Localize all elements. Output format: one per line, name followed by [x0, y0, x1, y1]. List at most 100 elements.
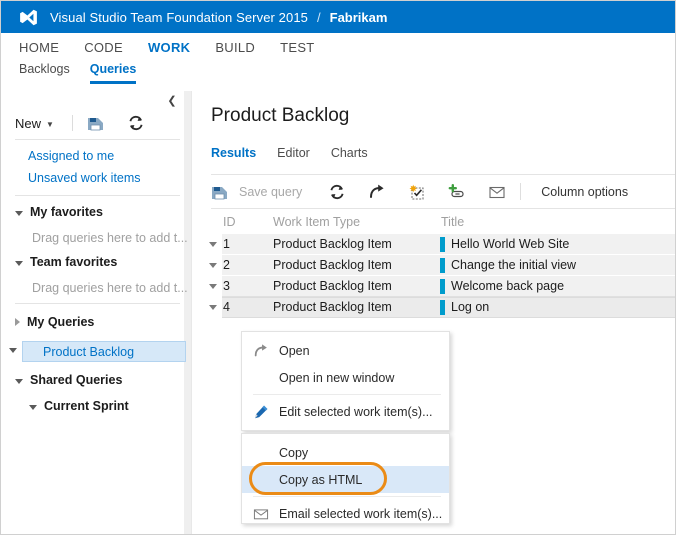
- refresh-icon[interactable]: [127, 114, 145, 132]
- sidebar-group-my-favorites[interactable]: My favorites: [15, 205, 103, 219]
- refresh-icon[interactable]: [328, 183, 346, 201]
- work-item-type-color-bar: [440, 258, 445, 273]
- top-header-bar: Visual Studio Team Foundation Server 201…: [1, 1, 676, 33]
- envelope-icon: [253, 506, 269, 522]
- tab-editor[interactable]: Editor: [277, 146, 310, 167]
- caret-down-icon[interactable]: [209, 242, 217, 247]
- nav-item-home[interactable]: HOME: [19, 40, 59, 55]
- sidebar-group-my-queries[interactable]: My Queries: [15, 315, 94, 329]
- cell-title[interactable]: Change the initial view: [451, 258, 576, 272]
- primary-nav: HOME CODE WORK BUILD TEST: [1, 33, 676, 62]
- work-item-type-color-bar: [440, 300, 445, 315]
- menu-item-edit-selected-work-items[interactable]: Edit selected work item(s)...: [242, 398, 449, 425]
- menu-item-open-in-new-window[interactable]: Open in new window: [242, 364, 449, 391]
- context-menu-secondary: Copy Copy as HTML Email selected work it…: [241, 433, 450, 524]
- secondary-nav: Backlogs Queries: [1, 62, 676, 91]
- sidebar-link-unsaved-work-items[interactable]: Unsaved work items: [28, 171, 141, 185]
- table-row-selected[interactable]: 4 Product Backlog Item Log on: [192, 297, 676, 318]
- cell-title[interactable]: Log on: [451, 300, 489, 314]
- menu-item-copy[interactable]: Copy: [242, 439, 449, 466]
- sidebar-toolbar: New ▼: [1, 108, 184, 138]
- menu-item-copy-as-html[interactable]: Copy as HTML: [242, 466, 449, 493]
- caret-down-icon[interactable]: [209, 263, 217, 268]
- menu-item-label: Email selected work item(s)...: [279, 507, 442, 521]
- sidebar-link-assigned-to-me[interactable]: Assigned to me: [28, 149, 114, 163]
- cell-id: 3: [223, 279, 230, 293]
- sidebar-group-team-favorites[interactable]: Team favorites: [15, 255, 117, 269]
- my-favorites-dropzone[interactable]: Drag queries here to add t...: [32, 231, 188, 245]
- caret-down-icon[interactable]: [9, 348, 17, 353]
- sidebar-group-label: My Queries: [27, 315, 94, 329]
- collapse-sidebar-icon[interactable]: ❮: [165, 94, 179, 108]
- link-to-new-icon[interactable]: [448, 183, 466, 201]
- sidebar-scrollbar[interactable]: [184, 91, 191, 535]
- context-menu-primary: Open Open in new window Edit selected wo…: [241, 331, 450, 431]
- caret-down-icon[interactable]: [209, 284, 217, 289]
- sidebar-divider-3: [15, 303, 180, 304]
- new-query-button[interactable]: New ▼: [15, 116, 54, 131]
- results-grid: ID Work Item Type Title 1 Product Backlo…: [192, 209, 676, 318]
- subnav-item-backlogs[interactable]: Backlogs: [19, 62, 70, 84]
- cell-title[interactable]: Hello World Web Site: [451, 237, 569, 251]
- product-name: Visual Studio Team Foundation Server 201…: [50, 10, 308, 25]
- open-arrow-icon: [253, 343, 269, 359]
- grid-header-row: ID Work Item Type Title: [192, 209, 676, 234]
- caret-down-icon[interactable]: [209, 305, 217, 310]
- triangle-down-icon: [29, 405, 37, 410]
- project-name[interactable]: Fabrikam: [330, 10, 388, 25]
- nav-item-build[interactable]: BUILD: [215, 40, 255, 55]
- sidebar-divider-1: [15, 139, 180, 140]
- menu-item-label: Copy: [279, 446, 308, 460]
- cell-id: 4: [223, 300, 230, 314]
- column-header-title[interactable]: Title: [441, 215, 464, 229]
- column-options-button[interactable]: Column options: [541, 185, 628, 199]
- visual-studio-logo-icon: [19, 8, 38, 27]
- nav-item-work[interactable]: WORK: [148, 40, 190, 55]
- toolbar-divider: [72, 115, 73, 131]
- cell-work-item-type: Product Backlog Item: [273, 279, 392, 293]
- tab-charts[interactable]: Charts: [331, 146, 368, 167]
- menu-item-label: Open: [279, 344, 310, 358]
- sidebar-group-shared-queries[interactable]: Shared Queries: [15, 373, 122, 387]
- column-header-id[interactable]: ID: [223, 215, 236, 229]
- sidebar-group-label: Shared Queries: [30, 373, 122, 387]
- caret-down-icon: ▼: [46, 120, 54, 129]
- menu-item-email-selected-work-items[interactable]: Email selected work item(s)...: [242, 500, 449, 527]
- open-arrow-icon[interactable]: [368, 183, 386, 201]
- cell-work-item-type: Product Backlog Item: [273, 300, 392, 314]
- team-favorites-dropzone[interactable]: Drag queries here to add t...: [32, 281, 188, 295]
- menu-item-open[interactable]: Open: [242, 337, 449, 364]
- table-row[interactable]: 1 Product Backlog Item Hello World Web S…: [192, 234, 676, 255]
- queries-sidebar: ❮ New ▼ Assigned to me Unsaved work i: [1, 91, 191, 535]
- new-work-item-icon[interactable]: [408, 183, 426, 201]
- menu-separator: [253, 394, 441, 395]
- triangle-down-icon: [15, 379, 23, 384]
- sidebar-group-label: My favorites: [30, 205, 103, 219]
- nav-item-test[interactable]: TEST: [280, 40, 314, 55]
- save-query-icon[interactable]: [211, 183, 229, 201]
- cell-work-item-type: Product Backlog Item: [273, 258, 392, 272]
- sidebar-group-label: Current Sprint: [44, 399, 129, 413]
- save-queries-icon[interactable]: [87, 114, 105, 132]
- tfs-web-portal: Visual Studio Team Foundation Server 201…: [0, 0, 676, 535]
- tab-results[interactable]: Results: [211, 146, 256, 167]
- work-item-type-color-bar: [440, 237, 445, 252]
- breadcrumb-separator: /: [317, 10, 321, 25]
- email-icon[interactable]: [488, 183, 506, 201]
- column-header-work-item-type[interactable]: Work Item Type: [273, 215, 360, 229]
- query-tabs: Results Editor Charts: [211, 146, 389, 167]
- menu-item-label: Copy as HTML: [279, 473, 362, 487]
- cell-title[interactable]: Welcome back page: [451, 279, 564, 293]
- sidebar-item-product-backlog-label[interactable]: Product Backlog: [43, 345, 134, 359]
- work-item-type-color-bar: [440, 279, 445, 294]
- sidebar-group-label: Team favorites: [30, 255, 117, 269]
- results-toolbar: Save query: [211, 175, 676, 208]
- sidebar-group-current-sprint[interactable]: Current Sprint: [29, 399, 129, 413]
- nav-item-code[interactable]: CODE: [84, 40, 123, 55]
- triangle-down-icon: [15, 261, 23, 266]
- subnav-item-queries[interactable]: Queries: [90, 62, 137, 84]
- cell-id: 1: [223, 237, 230, 251]
- table-row[interactable]: 2 Product Backlog Item Change the initia…: [192, 255, 676, 276]
- menu-item-label: Edit selected work item(s)...: [279, 405, 433, 419]
- table-row[interactable]: 3 Product Backlog Item Welcome back page: [192, 276, 676, 297]
